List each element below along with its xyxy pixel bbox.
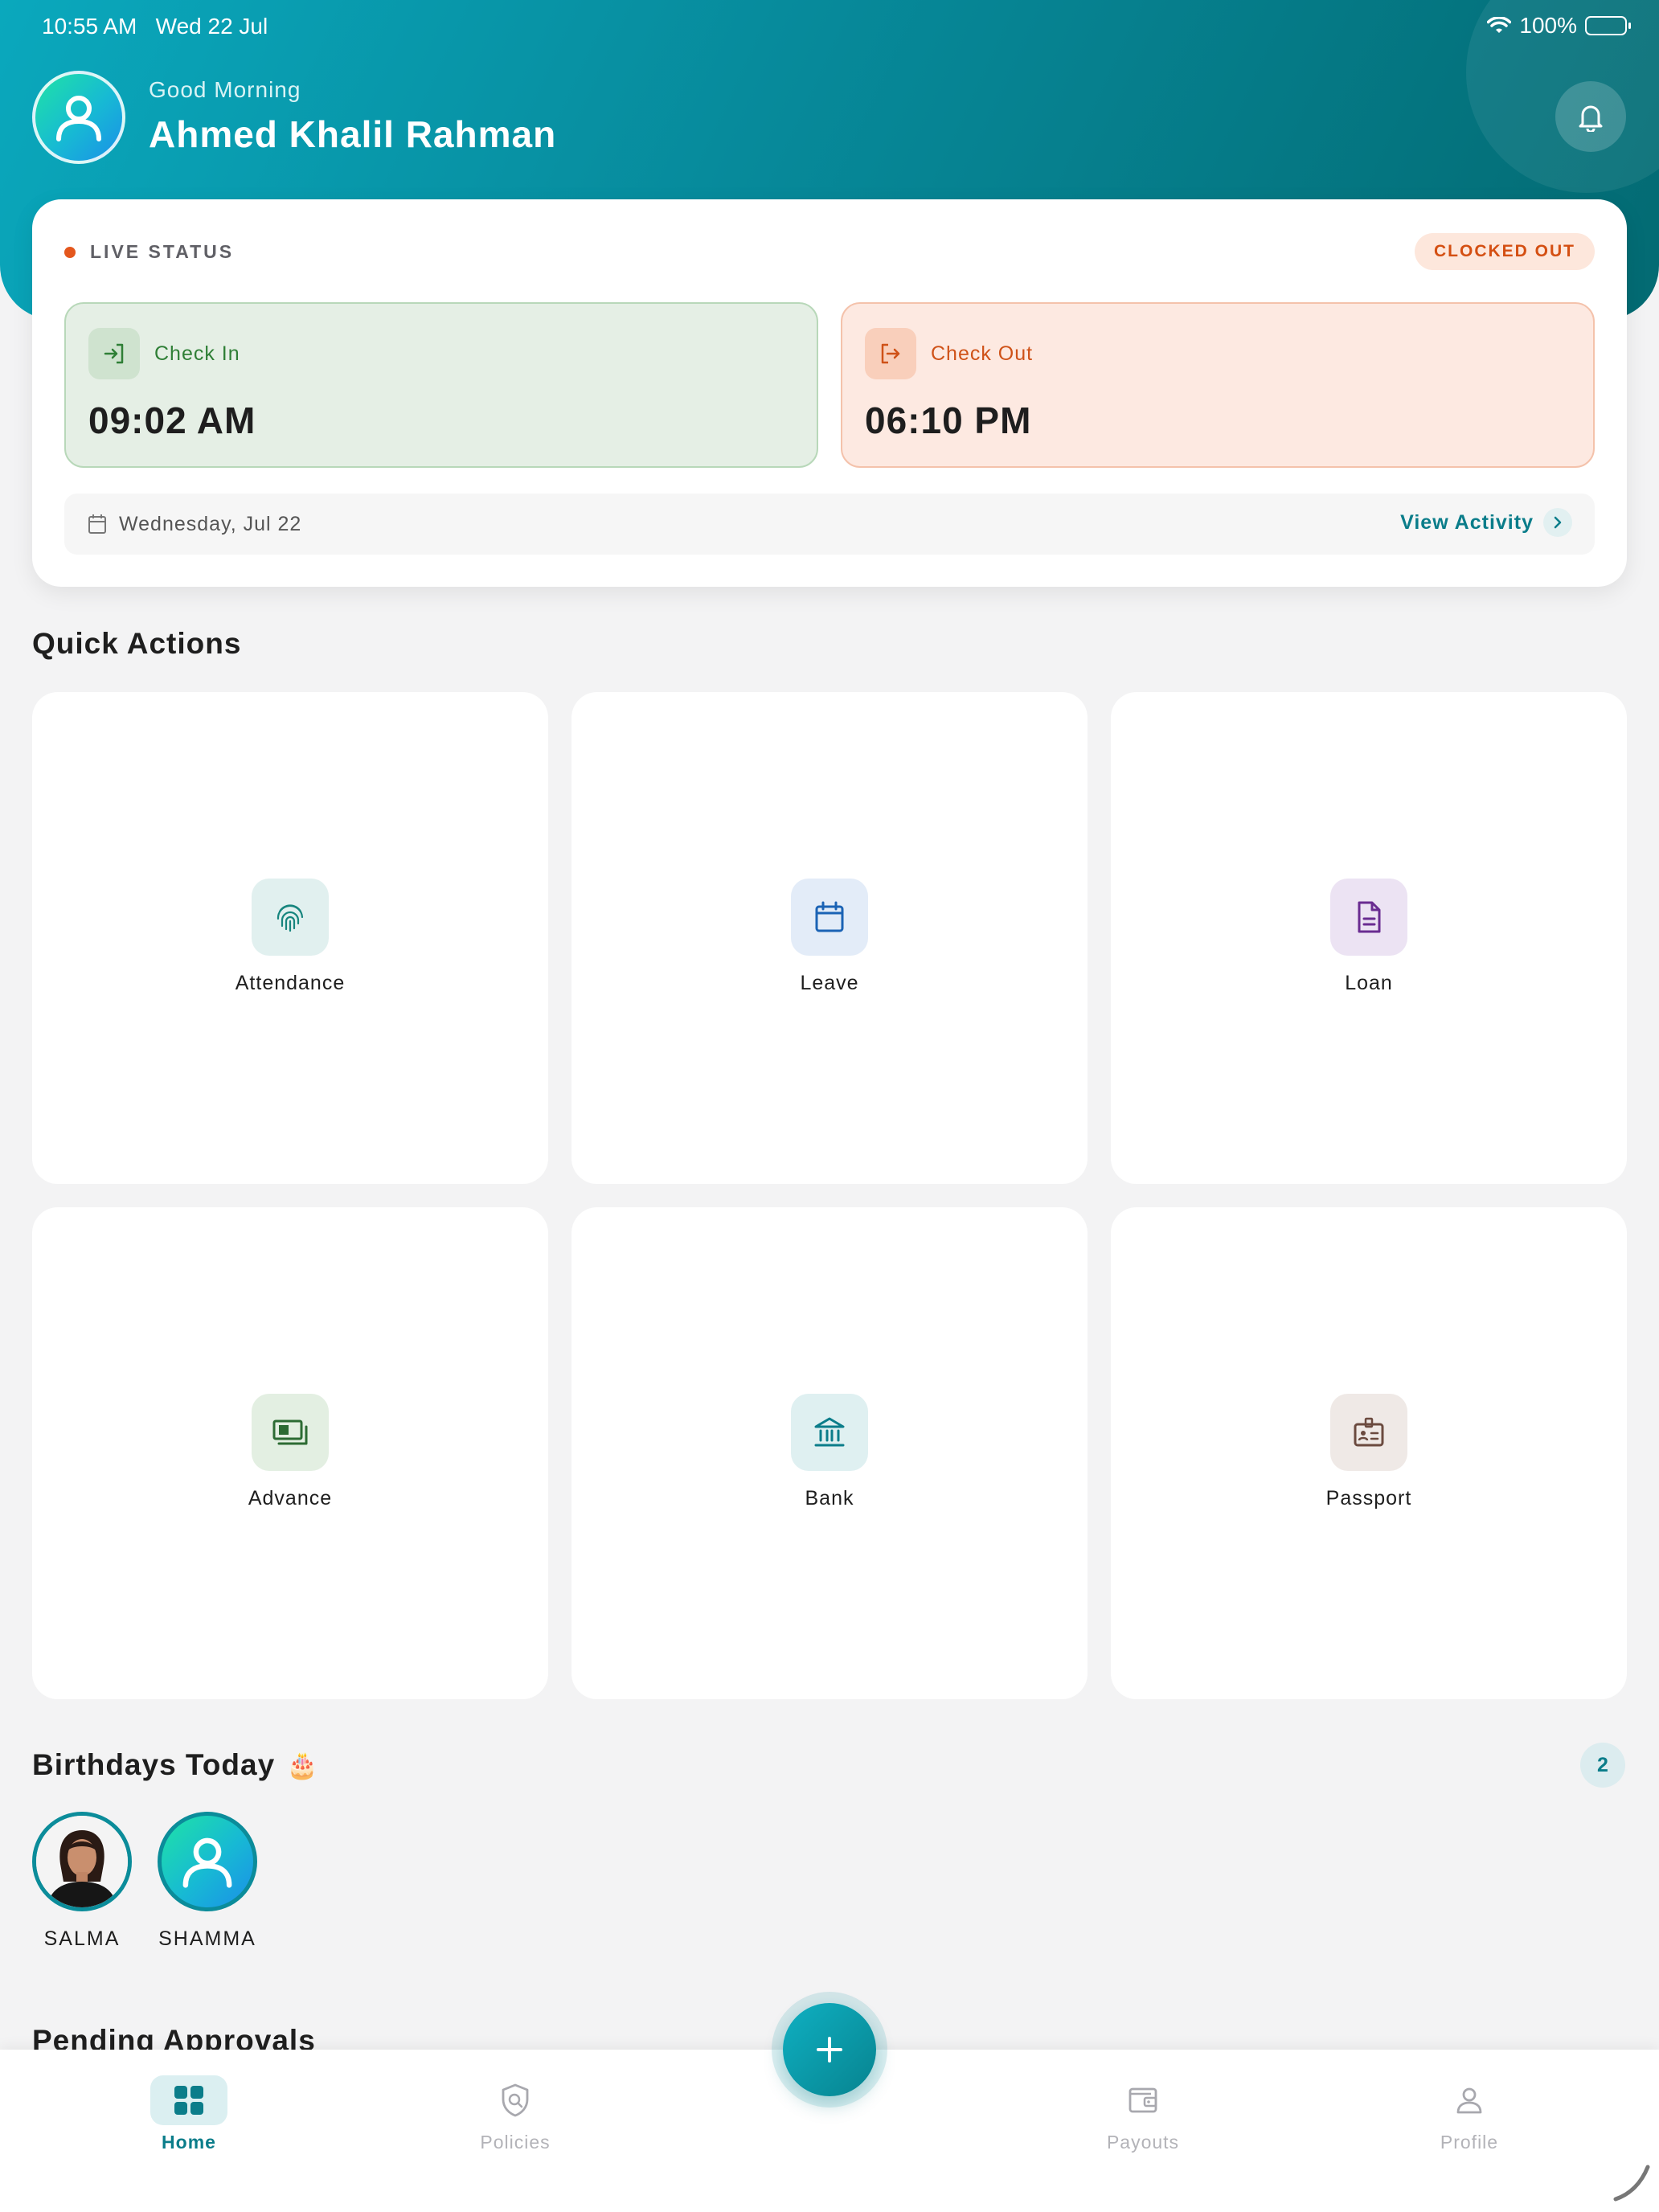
- fingerprint-icon: [276, 904, 304, 932]
- avatar: [158, 1812, 257, 1911]
- live-status-card: LIVE STATUS CLOCKED OUT Check In 09:02 A…: [32, 199, 1627, 587]
- user-avatar[interactable]: [32, 71, 125, 164]
- check-in-box: Check In 09:02 AM: [64, 302, 818, 468]
- tile-passport[interactable]: Passport: [1111, 1207, 1627, 1699]
- check-in-label: Check In: [154, 342, 240, 365]
- current-date: Wednesday, Jul 22: [119, 513, 302, 535]
- battery-percent: 100%: [1519, 13, 1577, 38]
- nav-label-home: Home: [162, 2132, 216, 2153]
- birthday-person-shamma[interactable]: SHAMMA: [143, 1812, 272, 1951]
- check-out-time: 06:10 PM: [865, 399, 1032, 441]
- tile-label-bank: Bank: [805, 1487, 854, 1509]
- person-photo-icon: [36, 1816, 128, 1907]
- nav-home[interactable]: Home: [109, 2075, 269, 2153]
- logout-icon: [881, 343, 900, 364]
- calendar-icon: [815, 901, 844, 932]
- tile-label-advance: Advance: [248, 1487, 333, 1509]
- plus-icon: [817, 2037, 842, 2062]
- wifi-icon: [1487, 17, 1512, 33]
- cake-icon: 🎂: [286, 1750, 319, 1780]
- calendar-small-icon: [88, 514, 106, 534]
- nav-policies[interactable]: Policies: [435, 2075, 596, 2153]
- user-name: Ahmed Khalil Rahman: [149, 113, 557, 155]
- nav-profile[interactable]: Profile: [1389, 2075, 1550, 2153]
- tile-advance[interactable]: Advance: [32, 1207, 548, 1699]
- document-icon: [1358, 901, 1381, 933]
- birthday-person-salma[interactable]: SALMA: [18, 1812, 146, 1951]
- birthdays-count-badge: 2: [1580, 1743, 1625, 1788]
- status-badge: CLOCKED OUT: [1415, 233, 1595, 270]
- nav-label-policies: Policies: [480, 2132, 551, 2153]
- nav-label-profile: Profile: [1440, 2132, 1499, 2153]
- birthday-name: SALMA: [43, 1927, 121, 1950]
- status-bar: 10:55 AM Wed 22 Jul 100%: [0, 0, 1659, 51]
- check-out-label: Check Out: [931, 342, 1034, 365]
- home-indicator: [1613, 2165, 1650, 2202]
- notifications-button[interactable]: [1555, 81, 1626, 152]
- status-time: 10:55 AM: [42, 14, 137, 39]
- status-date: Wed 22 Jul: [155, 14, 268, 39]
- wallet-icon: [1129, 2087, 1157, 2113]
- birthday-name: SHAMMA: [158, 1927, 256, 1950]
- tile-label-leave: Leave: [800, 972, 859, 994]
- add-button[interactable]: [783, 2003, 876, 2096]
- avatar: [32, 1812, 132, 1911]
- check-out-box: Check Out 06:10 PM: [841, 302, 1595, 468]
- user-icon: [182, 1837, 232, 1888]
- date-row: Wednesday, Jul 22 View Activity: [64, 494, 1595, 555]
- tile-loan[interactable]: Loan: [1111, 692, 1627, 1184]
- chevron-right-icon: [1554, 516, 1562, 529]
- view-activity-label: View Activity: [1400, 510, 1534, 534]
- tile-attendance[interactable]: Attendance: [32, 692, 548, 1184]
- tile-bank[interactable]: Bank: [571, 1207, 1088, 1699]
- person-icon: [1456, 2087, 1482, 2114]
- check-in-time: 09:02 AM: [88, 399, 256, 441]
- tile-leave[interactable]: Leave: [571, 692, 1088, 1184]
- quick-actions-title: Quick Actions: [32, 627, 242, 660]
- live-dot: [64, 246, 76, 258]
- id-badge-icon: [1354, 1417, 1384, 1447]
- tile-label-passport: Passport: [1325, 1487, 1412, 1509]
- user-icon: [56, 96, 101, 141]
- nav-payouts[interactable]: Payouts: [1063, 2075, 1223, 2153]
- login-icon: [104, 343, 124, 364]
- view-activity-link[interactable]: View Activity: [1400, 508, 1572, 537]
- grid-icon: [174, 2086, 203, 2115]
- birthdays-title: Birthdays Today 🎂: [32, 1748, 319, 1782]
- tile-label-loan: Loan: [1345, 972, 1393, 994]
- bell-icon: [1579, 105, 1603, 132]
- tile-label-attendance: Attendance: [235, 972, 346, 994]
- live-status-label: LIVE STATUS: [90, 241, 235, 262]
- bank-icon: [814, 1417, 845, 1447]
- battery-icon: [1585, 16, 1631, 35]
- nav-label-payouts: Payouts: [1106, 2132, 1180, 2153]
- birthdays-title-text: Birthdays Today: [32, 1748, 276, 1781]
- shield-icon: [502, 2083, 529, 2117]
- cash-icon: [272, 1419, 308, 1445]
- greeting: Good Morning: [149, 77, 301, 102]
